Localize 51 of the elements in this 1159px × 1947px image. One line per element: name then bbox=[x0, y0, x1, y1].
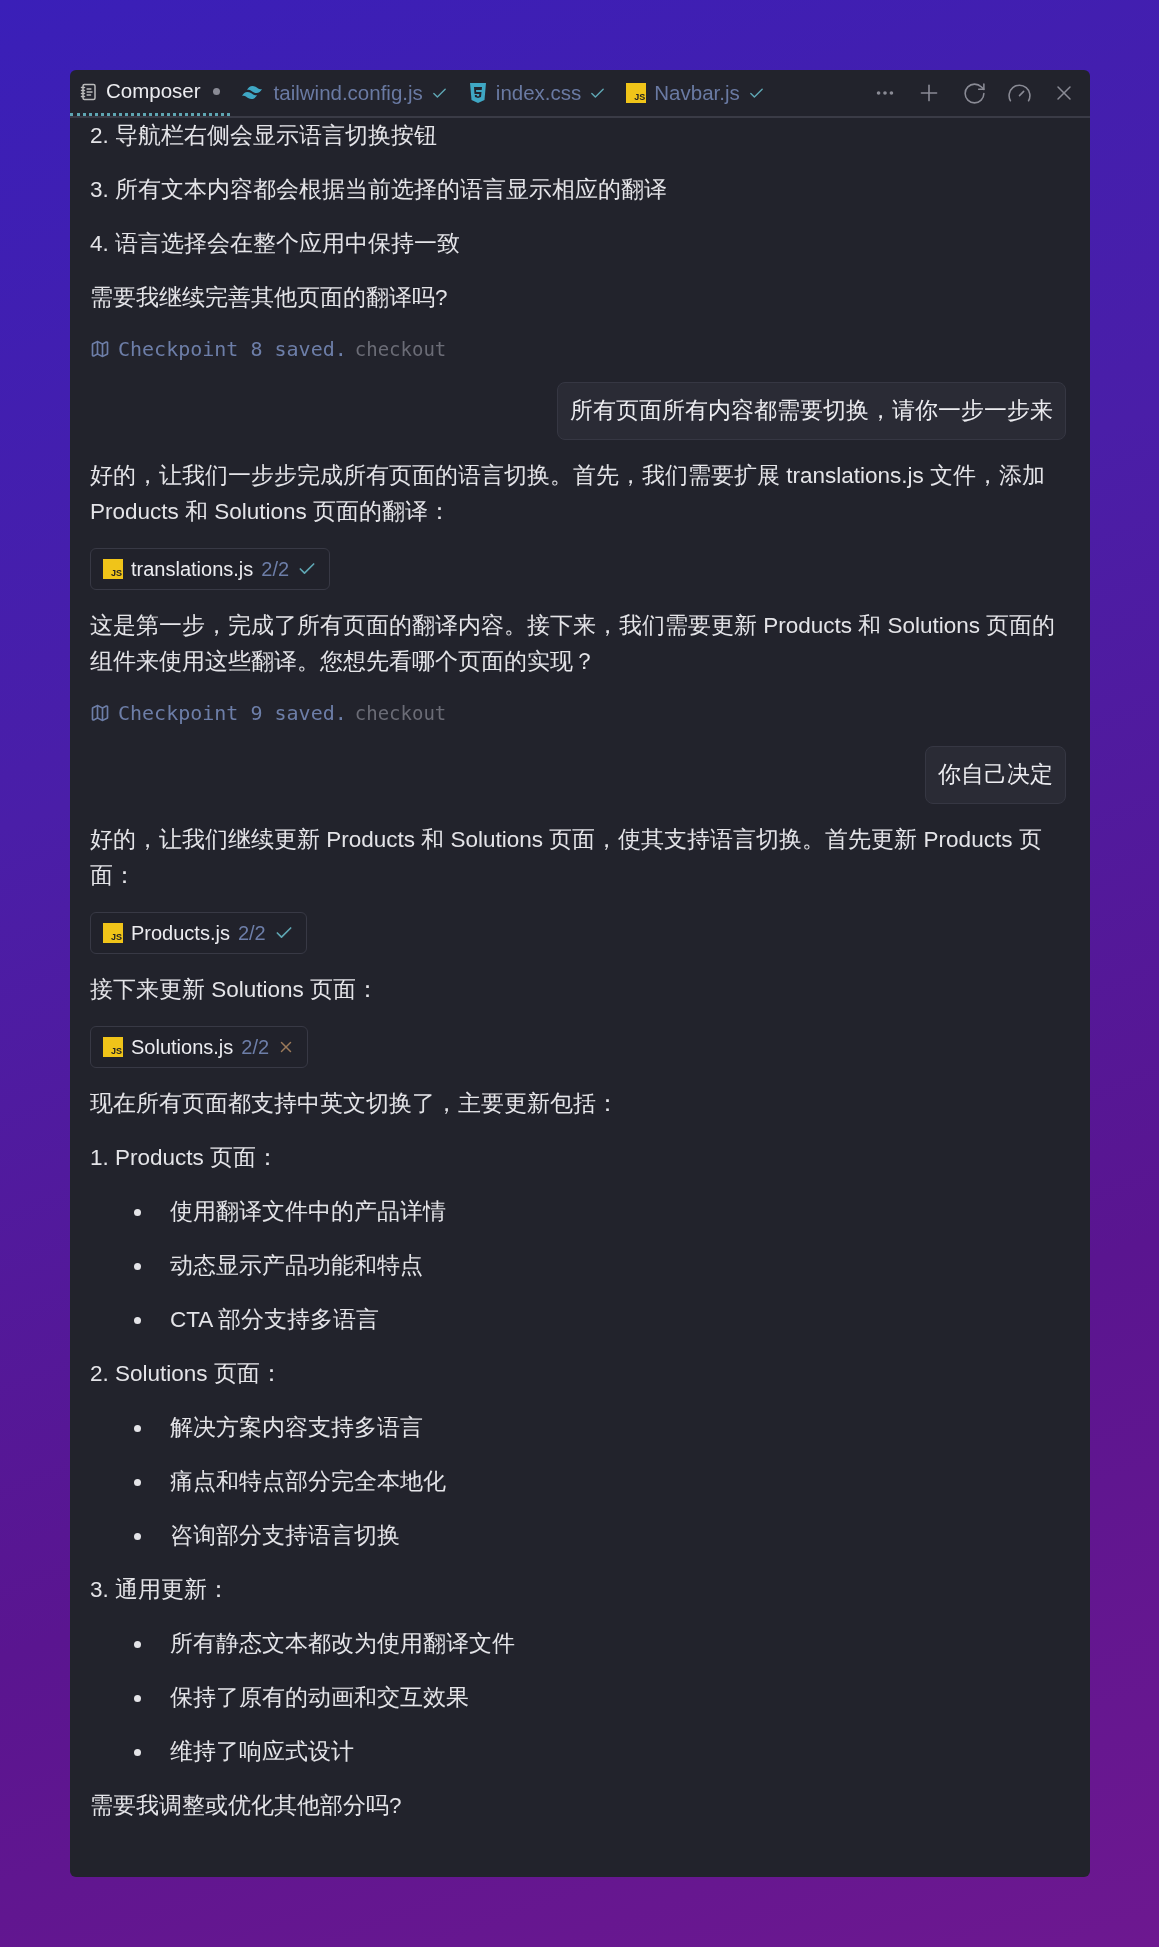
list-item-text: 使用翻译文件中的产品详情 bbox=[170, 1198, 446, 1226]
user-message: 你自己决定 bbox=[925, 746, 1066, 804]
js-file-icon: JS bbox=[103, 559, 123, 579]
message-text: 3. 通用更新： bbox=[90, 1576, 232, 1604]
message-text: 这是第一步，完成了所有页面的翻译内容。接下来，我们需要更新 Products 和 Solutions 页面的组件来使用这些翻译。您想先看哪个页面的实现？ bbox=[90, 612, 1057, 676]
list-item-text: 维持了响应式设计 bbox=[170, 1738, 354, 1766]
editor-tab[interactable]: tailwind.config.js bbox=[229, 70, 458, 116]
file-chip[interactable]: JS Products.js 2/2 bbox=[90, 912, 307, 954]
bullet-icon bbox=[134, 1316, 141, 1324]
list-item-text: CTA 部分支持多语言 bbox=[170, 1306, 380, 1334]
editor-tab[interactable]: JS Navbar.js bbox=[616, 70, 775, 116]
map-icon bbox=[90, 339, 110, 359]
message-text: 需要我调整或优化其他部分吗? bbox=[90, 1792, 403, 1820]
js-file-icon: JS bbox=[103, 923, 123, 943]
editor-tab[interactable]: index.css bbox=[457, 70, 617, 116]
list-item-text: 所有静态文本都改为使用翻译文件 bbox=[170, 1630, 515, 1658]
list-item-text: 痛点和特点部分完全本地化 bbox=[170, 1468, 446, 1496]
file-chip[interactable]: JS Solutions.js 2/2 bbox=[90, 1026, 309, 1068]
bullet-icon bbox=[134, 1640, 141, 1648]
message-text: 2. Solutions 页面： bbox=[90, 1360, 284, 1388]
message-text: 好的，让我们继续更新 Products 和 Solutions 页面，使其支持语言切换。首先更新 Products 页面： bbox=[90, 826, 1043, 890]
bullet-icon bbox=[134, 1532, 141, 1540]
message-text: 2. 导航栏右侧会显示语言切换按钮 bbox=[90, 122, 439, 150]
bullet-icon bbox=[134, 1424, 141, 1432]
notebook-icon bbox=[80, 82, 98, 101]
js-file-icon: JS bbox=[103, 1037, 123, 1057]
checkpoint-text: Checkpoint 8 saved. bbox=[118, 336, 347, 363]
map-icon bbox=[90, 703, 110, 723]
bullet-icon bbox=[134, 1694, 141, 1702]
shield-icon bbox=[467, 82, 488, 104]
list-item-text: 动态显示产品功能和特点 bbox=[170, 1252, 423, 1280]
message-text: 接下来更新 Solutions 页面： bbox=[90, 976, 381, 1004]
refresh-icon[interactable] bbox=[962, 80, 987, 106]
file-chip[interactable]: JS translations.js 2/2 bbox=[90, 548, 331, 590]
user-message: 所有页面所有内容都需要切换，请你一步一步来 bbox=[557, 382, 1066, 440]
message-text: 需要我继续完善其他页面的翻译吗? bbox=[90, 284, 449, 312]
list-item-text: 咨询部分支持语言切换 bbox=[170, 1522, 400, 1550]
message-text: 好的，让我们一步步完成所有页面的语言切换。首先，我们需要扩展 translations.js 文件，添加 Products 和 Solutions 页面的翻译： bbox=[90, 462, 1047, 526]
list-item-text: 解决方案内容支持多语言 bbox=[170, 1414, 423, 1442]
bullet-icon bbox=[134, 1748, 141, 1756]
list-item-text: 保持了原有的动画和交互效果 bbox=[170, 1684, 469, 1712]
message-text: 4. 语言选择会在整个应用中保持一致 bbox=[90, 230, 462, 258]
editor-tab[interactable]: Composer bbox=[70, 70, 230, 116]
message-text: 1. Products 页面： bbox=[90, 1144, 281, 1172]
checkpoint-text: Checkpoint 9 saved. bbox=[118, 700, 347, 727]
message-text: 3. 所有文本内容都会根据当前选择的语言显示相应的翻译 bbox=[90, 176, 669, 204]
bullet-icon bbox=[134, 1208, 141, 1216]
message-text: 现在所有页面都支持中英文切换了，主要更新包括： bbox=[90, 1090, 620, 1118]
bullet-icon bbox=[134, 1478, 141, 1486]
bullet-icon bbox=[134, 1262, 141, 1270]
js-file-icon: JS bbox=[626, 83, 647, 103]
